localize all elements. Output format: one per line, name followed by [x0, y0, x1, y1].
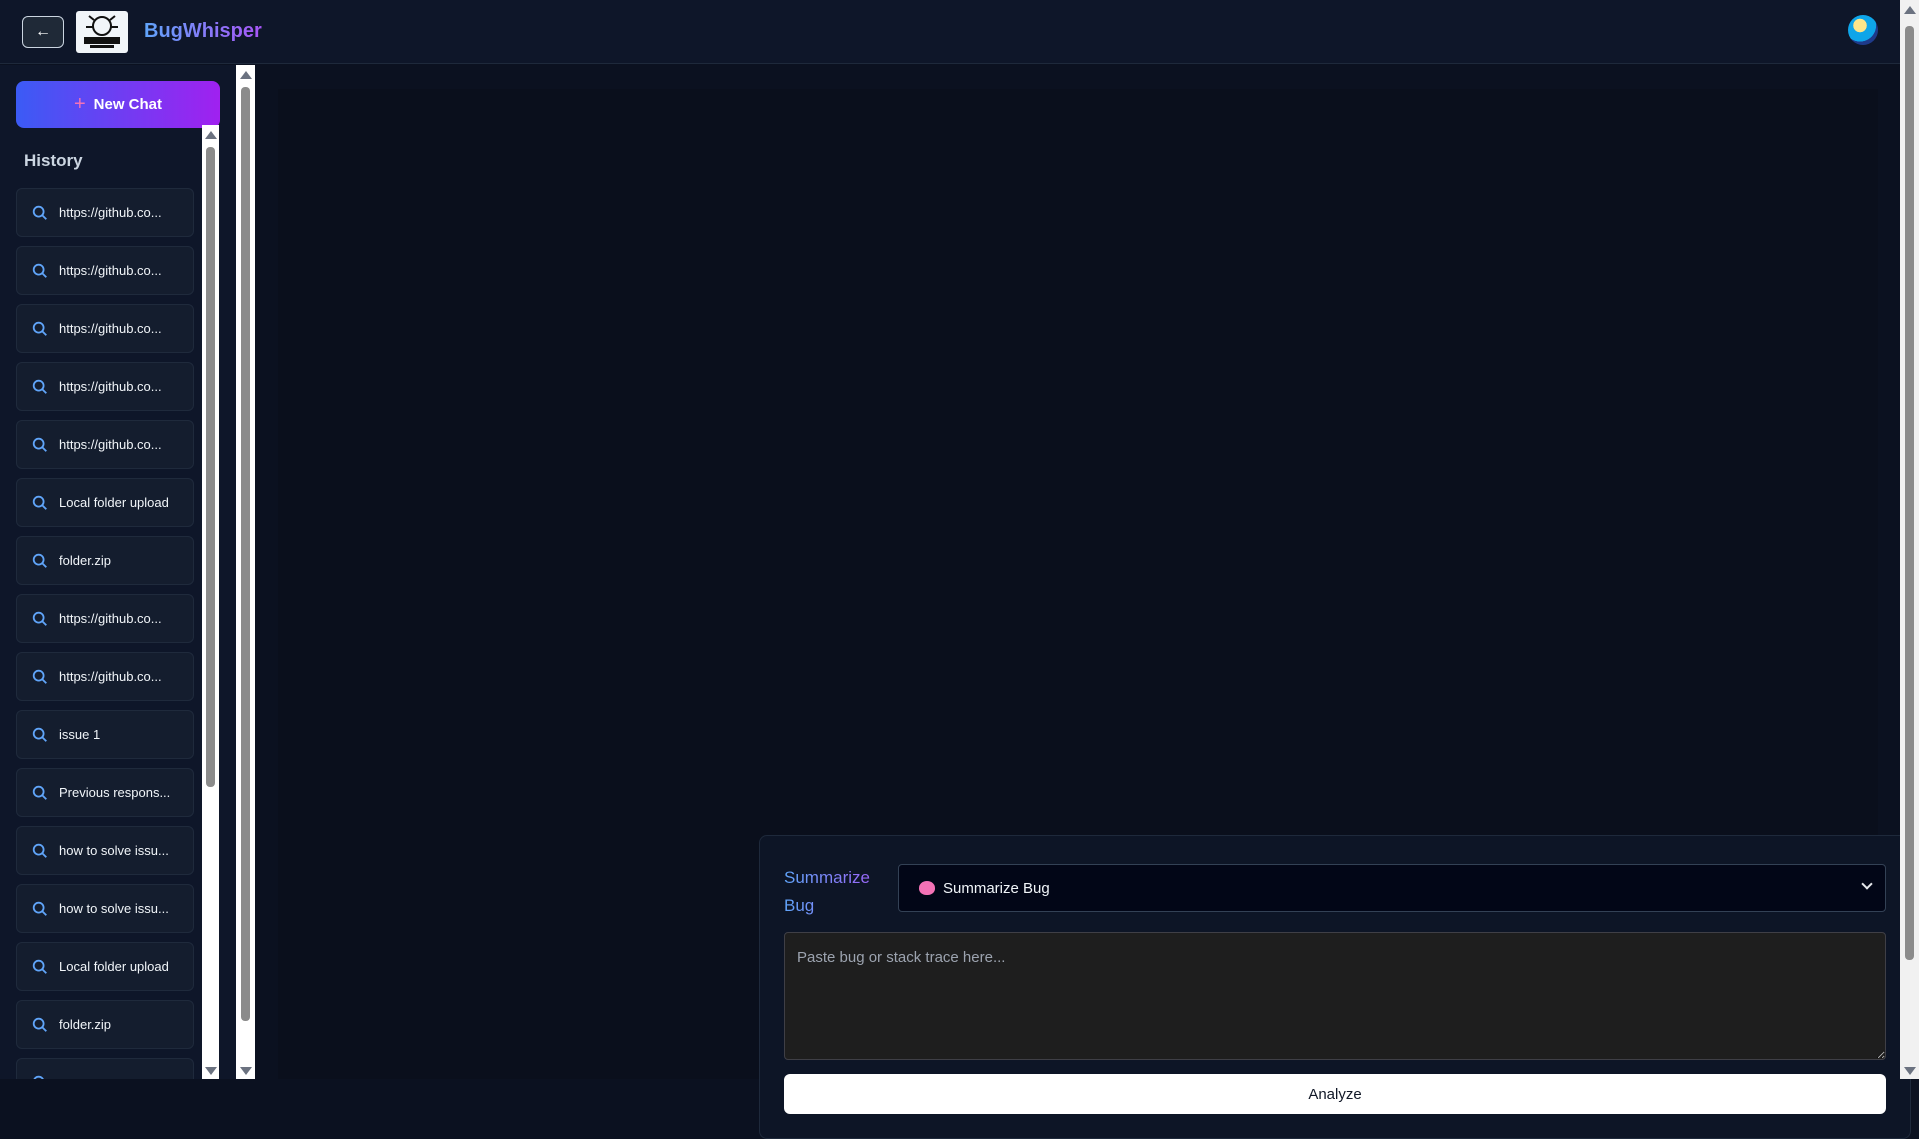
history-list: https://github.co... https://github.co..…	[16, 188, 194, 1079]
history-item-label: https://github.co...	[59, 669, 162, 684]
history-item-label: folder.zip	[59, 553, 112, 568]
bug-input[interactable]	[784, 932, 1886, 1060]
history-title: History	[24, 151, 83, 170]
history-item[interactable]: https://github.co...	[16, 594, 194, 643]
history-item[interactable]: folder.zip	[16, 536, 194, 585]
back-button[interactable]: ←	[22, 16, 64, 48]
search-icon	[32, 379, 47, 394]
scroll-up-icon[interactable]	[1903, 6, 1916, 14]
analyze-button[interactable]: Analyze	[784, 1074, 1886, 1114]
search-icon	[32, 901, 47, 916]
brand-name: BugWhisper	[144, 20, 262, 42]
search-icon	[32, 1017, 47, 1032]
history-item[interactable]: folder.zip	[16, 1000, 194, 1049]
scroll-up-icon[interactable]	[204, 131, 217, 139]
scroll-down-icon[interactable]	[1903, 1067, 1916, 1075]
sidebar-scrollbar[interactable]	[236, 65, 255, 1079]
history-item-label: https://github.co...	[59, 379, 162, 394]
new-chat-label: New Chat	[93, 96, 163, 113]
top-bar: ← BugWhisper	[0, 0, 1900, 64]
history-item[interactable]: https://github.co...	[16, 652, 194, 701]
plus-icon: +	[73, 93, 86, 115]
brand-logo	[76, 11, 128, 53]
history-item[interactable]: https://github.co...	[16, 420, 194, 469]
history-item-label: https://github.co...	[59, 321, 162, 336]
search-icon	[32, 495, 47, 510]
main-content: Summarize Bug Summarize Bug Analyze	[256, 65, 1911, 1139]
search-icon	[32, 669, 47, 684]
history-item[interactable]: https://github.co...	[16, 362, 194, 411]
chevron-down-icon	[1861, 878, 1873, 890]
history-item[interactable]: https://github.co...	[16, 188, 194, 237]
search-icon	[32, 553, 47, 568]
search-icon	[32, 843, 47, 858]
history-item-label: Local folder upload	[59, 959, 169, 974]
scroll-up-icon[interactable]	[239, 71, 252, 79]
search-icon	[32, 321, 47, 336]
search-icon	[32, 205, 47, 220]
new-chat-button[interactable]: + New Chat	[16, 81, 220, 128]
history-item-label: https://github.co...	[59, 205, 162, 220]
history-item[interactable]: Local folder upload	[16, 942, 194, 991]
sidebar: + New Chat History https://github.co... …	[0, 65, 255, 1079]
brain-icon	[919, 881, 935, 895]
search-icon	[33, 1075, 45, 1079]
history-item[interactable]: https://github.co...	[16, 304, 194, 353]
user-avatar[interactable]	[1848, 15, 1878, 45]
search-icon	[32, 263, 47, 278]
history-item[interactable]: https://github.co...	[16, 246, 194, 295]
search-icon	[32, 727, 47, 742]
search-icon	[32, 611, 47, 626]
history-item-label: Previous respons...	[59, 785, 171, 800]
history-item-label: https://github.co...	[59, 263, 162, 278]
history-item[interactable]	[16, 1058, 194, 1079]
history-item[interactable]: how to solve issu...	[16, 884, 194, 933]
history-item-label: Local folder upload	[59, 495, 169, 510]
history-item[interactable]: how to solve issu...	[16, 826, 194, 875]
history-item-label: issue 1	[59, 727, 101, 742]
history-item-label: https://github.co...	[59, 611, 162, 626]
history-item-label: https://github.co...	[59, 437, 162, 452]
history-item[interactable]: Previous respons...	[16, 768, 194, 817]
search-icon	[32, 437, 47, 452]
scroll-down-icon[interactable]	[239, 1067, 252, 1075]
mode-selected-value: Summarize Bug	[943, 879, 1050, 897]
history-item-label: how to solve issu...	[59, 843, 169, 858]
search-icon	[32, 959, 47, 974]
history-scrollbar-thumb[interactable]	[206, 147, 215, 787]
mode-label: Summarize Bug	[784, 864, 894, 920]
mode-select[interactable]: Summarize Bug	[898, 864, 1886, 912]
sidebar-scrollbar-thumb[interactable]	[241, 87, 250, 1021]
history-item[interactable]: Local folder upload	[16, 478, 194, 527]
history-item-label: how to solve issu...	[59, 901, 169, 916]
bug-logo-icon	[84, 15, 120, 48]
analyze-panel: Summarize Bug Summarize Bug Analyze	[759, 835, 1911, 1139]
history-item[interactable]: issue 1	[16, 710, 194, 759]
page-scrollbar[interactable]	[1900, 0, 1919, 1079]
scroll-down-icon[interactable]	[204, 1067, 217, 1075]
page-scrollbar-thumb[interactable]	[1905, 26, 1914, 960]
history-item-label: folder.zip	[59, 1017, 112, 1032]
history-scrollbar[interactable]	[202, 125, 219, 1079]
search-icon	[32, 785, 47, 800]
